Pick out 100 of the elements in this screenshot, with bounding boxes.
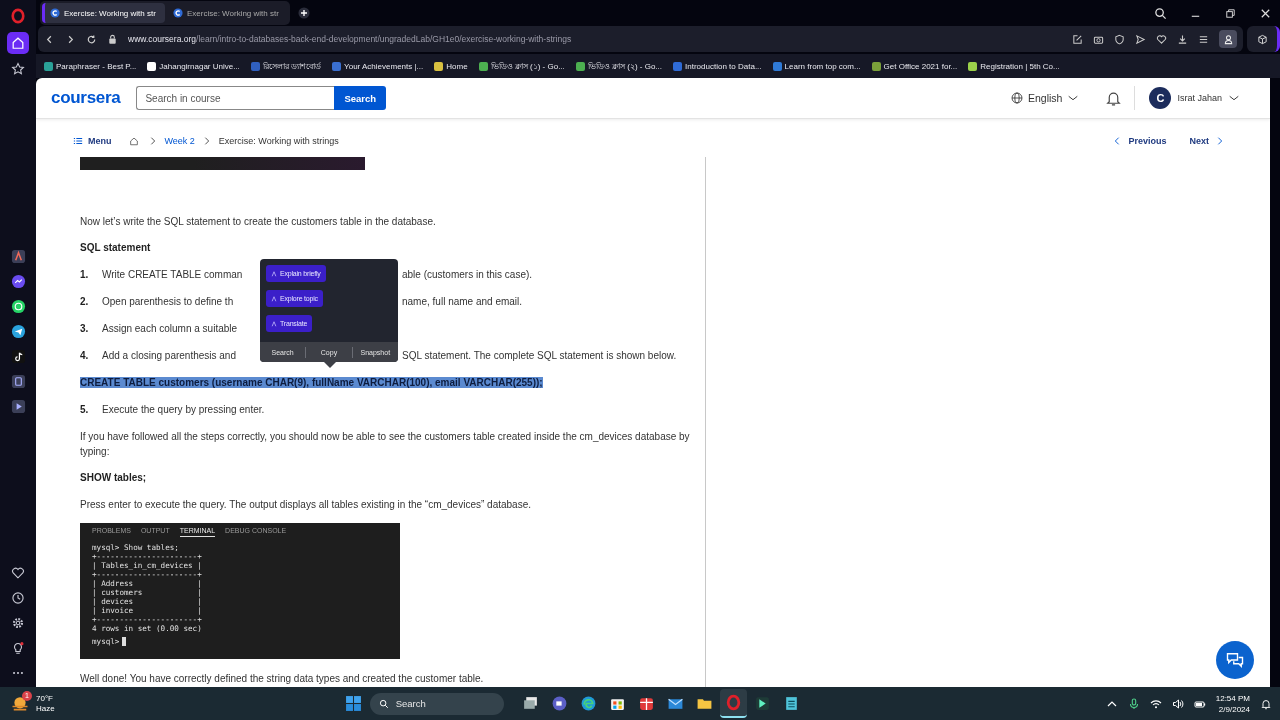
step-text: able (customers in this case). (402, 268, 533, 282)
search-field[interactable]: Search in course (136, 86, 335, 110)
ring-logo-icon[interactable] (11, 8, 25, 24)
paragraph: Now let’s write the SQL statement to create the customers table in the database. (80, 215, 437, 229)
bookmark[interactable]: ভিডিও ক্লাস (১) - Go... (478, 59, 565, 73)
gift-icon (637, 695, 655, 712)
breadcrumb-link[interactable]: Exercise: Working with strings (218, 136, 339, 146)
bookmark[interactable]: Jahangirnagar Unive... (147, 61, 240, 71)
bookmark[interactable]: Introduction to Data... (673, 61, 762, 71)
paper-plane-icon[interactable] (10, 324, 26, 339)
step-text: SQL statement. The complete SQL statement is shown below. (402, 349, 677, 363)
phone-bubble-icon[interactable] (10, 299, 26, 314)
step-number: 5. (80, 403, 90, 417)
bookmark[interactable]: Home (434, 61, 468, 71)
bookmark[interactable]: ভিডিও ক্লাস (২) - Go... (575, 59, 663, 73)
step-text: Assign each column a suitable (102, 322, 239, 336)
lock-icon (107, 33, 118, 45)
avatar: C (1149, 87, 1172, 109)
browser-tab[interactable]: Exercise: Working with str (168, 3, 288, 23)
settings-icon[interactable] (11, 616, 25, 630)
media-icon[interactable] (10, 374, 26, 389)
logo[interactable]: coursera (51, 88, 121, 108)
reload-icon[interactable] (86, 33, 97, 45)
date: 2/9/2024 (1218, 703, 1250, 715)
language-button[interactable]: English (1011, 92, 1080, 104)
send-icon[interactable] (1135, 33, 1146, 45)
bookmark[interactable]: রিসেলার ড্যাশবোর্ড (250, 59, 322, 73)
shield-icon[interactable] (1114, 33, 1125, 45)
user-name: Israt Jahan (1177, 93, 1222, 103)
bookmark[interactable]: Learn from top com... (772, 61, 861, 71)
sql-statement: CREATE TABLE customers (username CHAR(9), fullName VARCHAR(100), email VARCHAR(255)); (80, 377, 543, 388)
section-heading: SHOW tables; (80, 471, 148, 485)
chat-bubble-icon[interactable] (10, 274, 26, 289)
heart-icon[interactable] (11, 566, 25, 580)
url-text: www.coursera.org/learn/intro-to-databases-back-end-development/ungradedLab/GH1e0/exercise-working-with-strings (128, 34, 572, 44)
bookmark[interactable]: Your Achievements |... (332, 61, 424, 71)
clock-icon[interactable] (11, 591, 25, 605)
windows-start-icon[interactable] (344, 695, 362, 712)
edit-icon[interactable] (1072, 33, 1083, 45)
play-icon[interactable] (10, 399, 26, 414)
step-number: 4. (80, 349, 90, 363)
home-icon (11, 36, 25, 50)
new-tab-icon[interactable] (298, 7, 310, 19)
restore-icon[interactable] (1224, 6, 1237, 20)
list-icon (73, 136, 83, 146)
paragraph: Well done! You have correctly defined the string data types and created the customer table. (80, 672, 485, 686)
bookmark[interactable]: Registration | 5th Co... (968, 61, 1060, 71)
heart-icon[interactable] (1156, 33, 1167, 45)
ring-icon (724, 694, 742, 711)
menu-icon[interactable] (1198, 33, 1209, 45)
step-text: Execute the query by pressing enter. (102, 403, 265, 417)
bookmark[interactable]: Get Office 2021 for... (871, 61, 958, 71)
home-icon[interactable] (128, 136, 139, 146)
step-number: 1. (80, 268, 90, 282)
next-button[interactable]: Next (1189, 136, 1225, 146)
weather-condition: Haze (36, 703, 55, 714)
extensions-button[interactable] (1247, 26, 1280, 52)
chat-button[interactable] (1216, 641, 1254, 679)
chat-bubbles-icon (1225, 650, 1245, 670)
temperature: 70°F (36, 693, 54, 704)
search-button[interactable]: Search (334, 86, 387, 110)
search-icon (378, 698, 389, 709)
music-note-icon[interactable] (10, 349, 26, 364)
section-heading: SQL statement (80, 241, 152, 255)
person-icon (1222, 33, 1234, 45)
volume-icon[interactable] (1171, 697, 1184, 710)
taskbar-app-button[interactable] (719, 689, 747, 718)
user-menu[interactable]: C Israt Jahan (1149, 87, 1240, 109)
step-number: 3. (80, 322, 90, 336)
step-text: Open parenthesis to define th (102, 295, 235, 309)
menu-button[interactable]: Menu (73, 136, 112, 146)
address-bar[interactable]: www.coursera.org/learn/intro-to-databases-back-end-development/ungradedLab/GH1e0/exercise-working-with-strings (38, 26, 1243, 52)
profile-button[interactable] (1219, 30, 1237, 48)
cursor (122, 637, 127, 646)
bookmark[interactable]: Paraphraser - Best P... (44, 61, 137, 71)
step-text: Add a closing parenthesis and (102, 349, 237, 363)
c-logo-icon (173, 8, 183, 18)
step-text: Write CREATE TABLE comman (102, 268, 244, 282)
search-icon[interactable] (1154, 6, 1167, 20)
triangle-app-icon[interactable] (10, 249, 26, 264)
browser-tab[interactable]: Exercise: Working with str (42, 3, 165, 23)
taskbar-search-field[interactable]: Search (369, 692, 504, 715)
wifi-icon[interactable] (1149, 697, 1162, 710)
previous-button[interactable]: Previous (1112, 136, 1167, 146)
chevron-right-icon (1215, 136, 1225, 146)
microphone-icon[interactable] (1127, 697, 1140, 710)
breadcrumb-link[interactable]: Week 2 (164, 136, 195, 146)
bell-icon[interactable] (1260, 697, 1272, 710)
clock[interactable]: 12:54 PM 2/9/2024 (1215, 692, 1250, 715)
globe-icon (1011, 92, 1023, 104)
download-icon[interactable] (1177, 33, 1188, 45)
window-stack-icon (521, 695, 539, 712)
step-text: name, full name and email. (402, 295, 523, 309)
video-editor-icon (753, 695, 771, 712)
cube-icon (1256, 33, 1268, 45)
paragraph: Press enter to execute the query. The output displays all tables existing in the “cm_devices” database. (80, 498, 532, 512)
video-call-icon (550, 695, 568, 712)
lightbulb-icon[interactable] (11, 641, 25, 655)
star-icon (11, 62, 25, 76)
sidebar-button[interactable] (7, 32, 29, 54)
